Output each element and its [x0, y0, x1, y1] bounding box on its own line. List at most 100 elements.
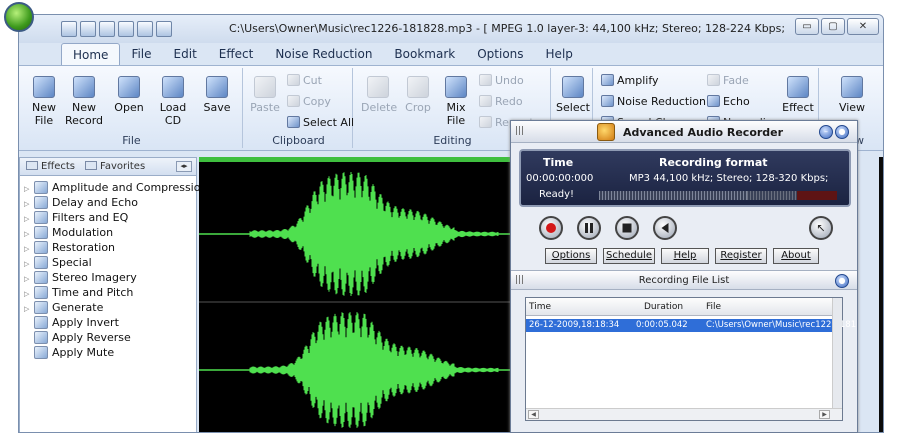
tab-effect[interactable]: Effect	[208, 43, 265, 65]
tree-item[interactable]: ▷ Delay and Echo	[24, 195, 196, 210]
fade-button[interactable]: Fade	[707, 74, 749, 88]
repeat-icon	[479, 116, 492, 128]
waveform-view[interactable]	[199, 157, 511, 432]
file-list-collapse-icon[interactable]: ●	[835, 274, 849, 288]
scroll-left-icon[interactable]: ◀	[528, 410, 539, 419]
tab-edit[interactable]: Edit	[163, 43, 208, 65]
tab-scroll-arrows-icon[interactable]: ◂▸	[176, 161, 192, 172]
mix-file-button[interactable]: Mix File	[441, 76, 471, 127]
new-file-icon	[33, 76, 55, 98]
row-duration: 0:00:05.042	[636, 320, 688, 330]
tree-item[interactable]: ▷ Time and Pitch	[24, 285, 196, 300]
fade-label: Fade	[723, 74, 749, 87]
cut-button[interactable]: Cut	[287, 74, 322, 88]
tree-item[interactable]: ▷ Restoration	[24, 240, 196, 255]
view-icon	[841, 76, 863, 98]
grip-icon[interactable]	[516, 126, 525, 135]
tree-item[interactable]: ▷ Amplitude and Compression	[24, 180, 207, 195]
maximize-button[interactable]: ▢	[821, 18, 845, 35]
recorder-title: Advanced Audio Recorder	[623, 126, 784, 139]
app-menu-orb-icon[interactable]	[4, 2, 34, 32]
file-list-title: Recording File List	[638, 275, 730, 286]
schedule-button[interactable]: Schedule	[603, 248, 655, 264]
volume-button[interactable]	[653, 216, 677, 240]
column-time[interactable]: Time	[529, 302, 551, 312]
paste-button[interactable]: Paste	[249, 76, 281, 114]
recorder-title-bar: Advanced Audio Recorder – ●	[511, 121, 857, 143]
tree-item[interactable]: ▷ Modulation	[24, 225, 196, 240]
effect-button[interactable]: Effect	[781, 76, 815, 114]
recorder-logo-icon	[597, 123, 615, 141]
recording-file-list[interactable]: Time Duration File 26-12-2009,18:18:34 0…	[525, 297, 856, 421]
select-all-label: Select All	[303, 116, 355, 129]
save-icon[interactable]	[99, 21, 115, 37]
tree-item[interactable]: Apply Reverse	[24, 330, 196, 345]
amplify-button[interactable]: Amplify	[601, 74, 659, 88]
paste-label: Paste	[250, 101, 280, 114]
tab-noise-reduction[interactable]: Noise Reduction	[264, 43, 383, 65]
new-file-button[interactable]: New File	[27, 76, 61, 127]
new-record-button[interactable]: New Record	[65, 76, 103, 127]
echo-button[interactable]: Echo	[707, 95, 750, 109]
undo-icon[interactable]	[118, 21, 134, 37]
crop-label: Crop	[405, 101, 431, 114]
tab-help[interactable]: Help	[535, 43, 584, 65]
help-button[interactable]: Help	[661, 248, 709, 264]
tab-options[interactable]: Options	[466, 43, 534, 65]
select-button[interactable]: Select	[555, 76, 591, 114]
open-button[interactable]: Open	[113, 76, 145, 114]
scroll-right-icon[interactable]: ▶	[819, 410, 830, 419]
recorder-display: Time Recording format 00:00:00:000 MP3 4…	[519, 149, 851, 207]
recorder-close-icon[interactable]: ●	[835, 125, 849, 139]
tree-item[interactable]: ▷ Filters and EQ	[24, 210, 196, 225]
view-button[interactable]: View	[835, 76, 869, 114]
close-button[interactable]: ✕	[847, 18, 879, 35]
tab-file[interactable]: File	[120, 43, 162, 65]
tab-bookmark[interactable]: Bookmark	[383, 43, 466, 65]
recorder-minimize-icon[interactable]: –	[819, 125, 833, 139]
tab-effects[interactable]: Effects	[26, 161, 75, 172]
save-label: Save	[203, 101, 231, 114]
vertical-scrollbar[interactable]	[832, 298, 842, 420]
horizontal-scrollbar[interactable]: ◀ ▶	[526, 408, 842, 420]
options-button[interactable]: Options	[545, 248, 597, 264]
tab-favorites[interactable]: Favorites	[85, 161, 145, 172]
time-pitch-icon	[34, 286, 48, 299]
crop-button[interactable]: Crop	[403, 76, 433, 114]
column-file[interactable]: File	[706, 302, 721, 312]
column-duration[interactable]: Duration	[644, 302, 683, 312]
delete-label: Delete	[361, 101, 398, 114]
record-button[interactable]	[539, 216, 563, 240]
undo-button[interactable]: Undo	[479, 74, 524, 88]
load-cd-button[interactable]: Load CD	[157, 76, 189, 127]
new-icon[interactable]	[61, 21, 77, 37]
tree-item[interactable]: Apply Invert	[24, 315, 196, 330]
undo-arrow-icon	[479, 74, 492, 86]
minimize-recorder-button[interactable]: ↖	[809, 216, 833, 240]
quick-access-toolbar	[61, 21, 172, 37]
tree-item-label: Restoration	[52, 241, 116, 254]
save-button[interactable]: Save	[201, 76, 233, 114]
register-button[interactable]: Register	[715, 248, 767, 264]
copy-icon	[287, 95, 300, 107]
table-row[interactable]: 26-12-2009,18:18:34 0:00:05.042 C:\Users…	[526, 319, 856, 332]
copy-button[interactable]: Copy	[287, 95, 331, 109]
tree-item[interactable]: Apply Mute	[24, 345, 196, 360]
waveform-graphic	[199, 172, 511, 428]
delete-button[interactable]: Delete	[361, 76, 398, 114]
tab-home[interactable]: Home	[61, 43, 121, 65]
minimize-button[interactable]: ▭	[795, 18, 819, 35]
tree-item[interactable]: ▷ Generate	[24, 300, 196, 315]
redo-button[interactable]: Redo	[479, 95, 523, 109]
redo-icon[interactable]	[137, 21, 153, 37]
tree-item[interactable]: ▷ Stereo Imagery	[24, 270, 196, 285]
amplitude-icon	[34, 181, 48, 194]
record-icon[interactable]	[156, 21, 172, 37]
tree-item[interactable]: ▷ Special	[24, 255, 196, 270]
about-button[interactable]: About	[773, 248, 819, 264]
select-all-button[interactable]: Select All	[287, 116, 354, 130]
noise-reduction-button[interactable]: Noise Reduction	[601, 95, 706, 109]
stop-button[interactable]	[615, 216, 639, 240]
pause-button[interactable]	[577, 216, 601, 240]
open-icon[interactable]	[80, 21, 96, 37]
